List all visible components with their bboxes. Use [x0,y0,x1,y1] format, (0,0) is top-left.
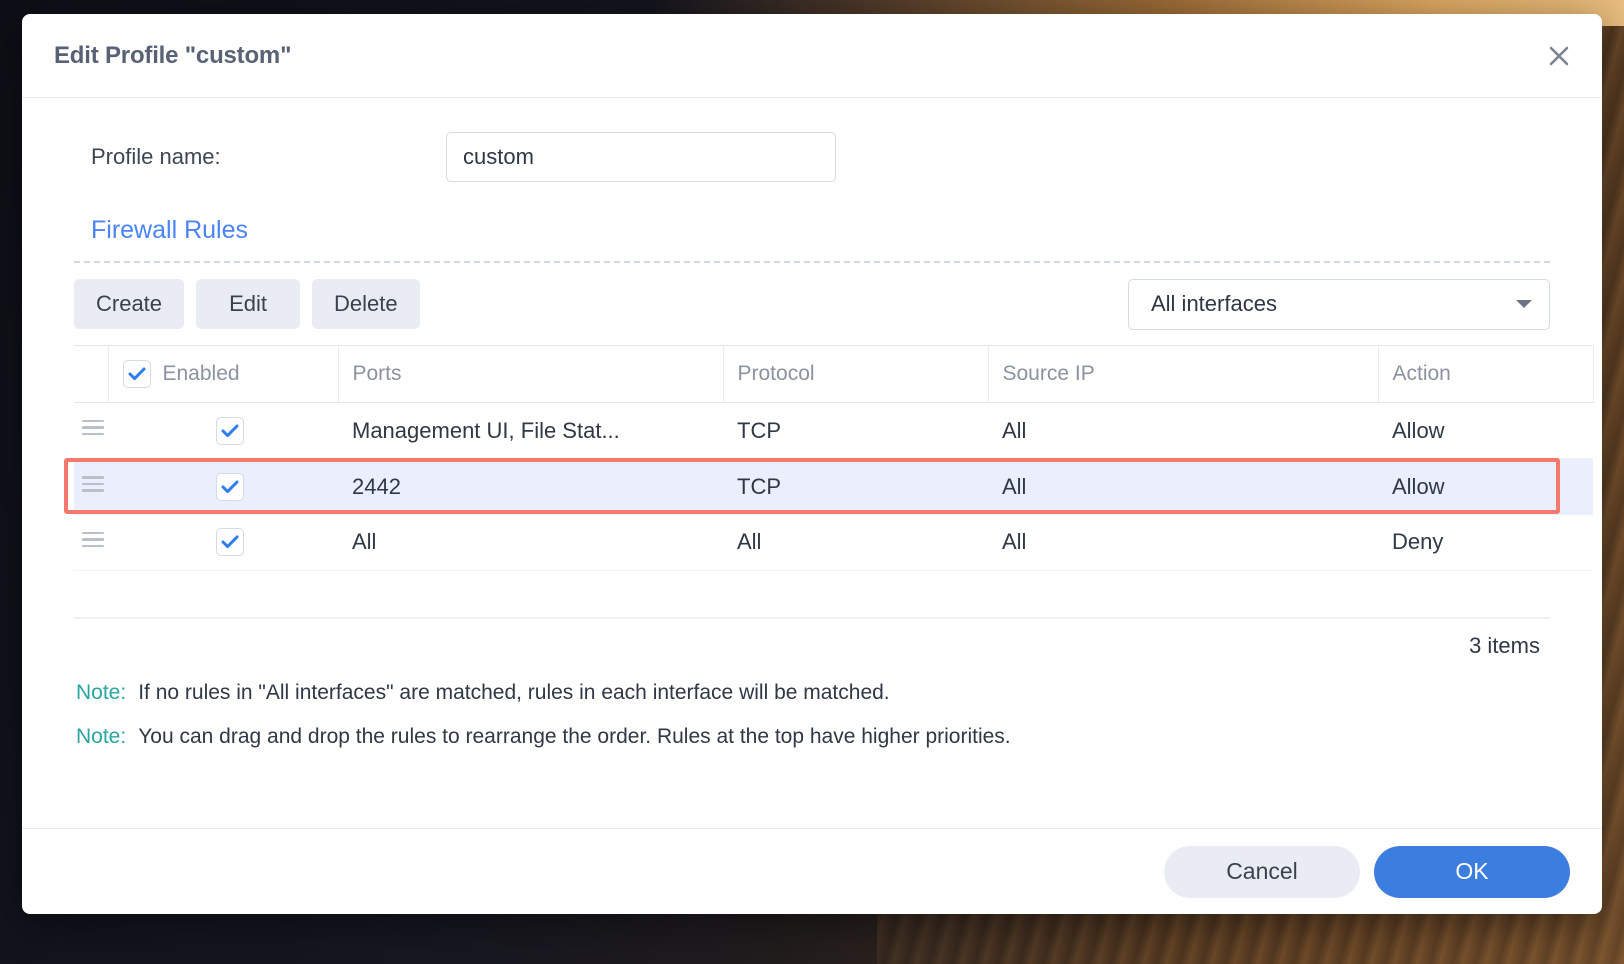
close-icon[interactable] [1542,39,1576,73]
interface-select-value[interactable]: All interfaces [1128,278,1550,330]
table-header: Enabled Ports Protocol Source IP Action [74,345,1594,403]
row-enabled-cell [108,402,338,459]
row-ports-cell: Management UI, File Stat... [338,402,723,459]
row-ports-cell: All [338,514,723,571]
firewall-rules-table: Enabled Ports Protocol Source IP Action … [74,345,1594,571]
edit-profile-dialog: Edit Profile "custom" Profile name: Fire… [22,14,1602,914]
section-title-firewall-rules: Firewall Rules [91,216,248,244]
column-header-drag [74,345,109,403]
row-action-cell: Deny [1378,514,1593,571]
select-all-checkbox[interactable] [122,360,151,388]
create-button[interactable]: Create [74,279,185,329]
interface-select[interactable]: All interfaces [1128,278,1550,330]
cancel-button[interactable]: Cancel [1164,845,1360,898]
drag-handle-icon[interactable] [82,472,104,496]
row-source-ip-cell: All [988,514,1378,571]
column-header-action: Action [1378,345,1594,403]
note-label: Note: [76,725,127,748]
column-header-enabled-label: Enabled [162,362,240,385]
row-action-cell: Allow [1378,402,1593,459]
row-enabled-checkbox[interactable] [216,472,244,501]
table-header-row: Enabled Ports Protocol Source IP Action [74,345,1594,403]
row-ports-cell: 2442 [338,458,723,515]
column-header-protocol: Protocol [723,345,989,403]
drag-handle-icon[interactable] [82,528,104,552]
row-drag-handle-cell [74,514,108,571]
row-source-ip-cell: All [988,402,1378,459]
table-body: Management UI, File Stat... TCP All Allow 24… [74,402,1593,571]
profile-name-label: Profile name: [91,144,221,169]
rules-table-wrap: Enabled Ports Protocol Source IP Action … [64,345,1594,659]
items-count: 3 items [74,618,1550,659]
note-line: Note: You can drag and drop the rules to … [74,725,1550,749]
note-line: Note: If no rules in "All interfaces" are… [74,681,1550,705]
column-header-enabled: Enabled [108,345,339,403]
row-drag-handle-cell [74,402,108,459]
note-text: You can drag and drop the rules to rearr… [138,725,1011,748]
ok-button[interactable]: OK [1374,845,1570,898]
column-header-ports: Ports [338,345,724,403]
row-enabled-checkbox[interactable] [216,528,244,557]
dialog-header: Edit Profile "custom" [22,14,1602,98]
row-source-ip-cell: All [988,458,1378,515]
row-protocol-cell: TCP [723,458,988,515]
drag-handle-icon[interactable] [82,416,104,440]
row-enabled-cell [108,514,338,571]
notes-section: Note: If no rules in "All interfaces" are… [74,659,1550,749]
row-drag-handle-cell [74,458,108,515]
table-footer-spacer [74,571,1550,618]
row-protocol-cell: All [723,514,988,571]
column-header-source-ip: Source IP [988,345,1379,403]
row-enabled-cell [108,458,338,515]
table-row[interactable]: 2442 TCP All Allow [74,458,1593,515]
row-enabled-checkbox[interactable] [216,416,244,445]
dialog-footer: Cancel OK [22,828,1602,914]
row-action-cell: Allow [1378,458,1593,515]
table-row[interactable]: Management UI, File Stat... TCP All Allow [74,402,1593,459]
rules-action-buttons: Create Edit Delete [74,279,420,329]
table-row[interactable]: All All All Deny [74,514,1593,571]
delete-button[interactable]: Delete [312,279,420,329]
profile-name-input[interactable] [446,132,836,182]
note-label: Note: [76,681,127,704]
profile-name-row: Profile name: [74,98,1550,216]
dialog-title: Edit Profile "custom" [54,41,292,69]
rules-toolbar: Create Edit Delete All interfaces [74,263,1550,345]
row-protocol-cell: TCP [723,402,988,459]
dialog-body: Profile name: Firewall Rules Create Edit… [22,98,1602,828]
edit-button[interactable]: Edit [196,279,301,329]
note-text: If no rules in "All interfaces" are matc… [138,681,890,704]
